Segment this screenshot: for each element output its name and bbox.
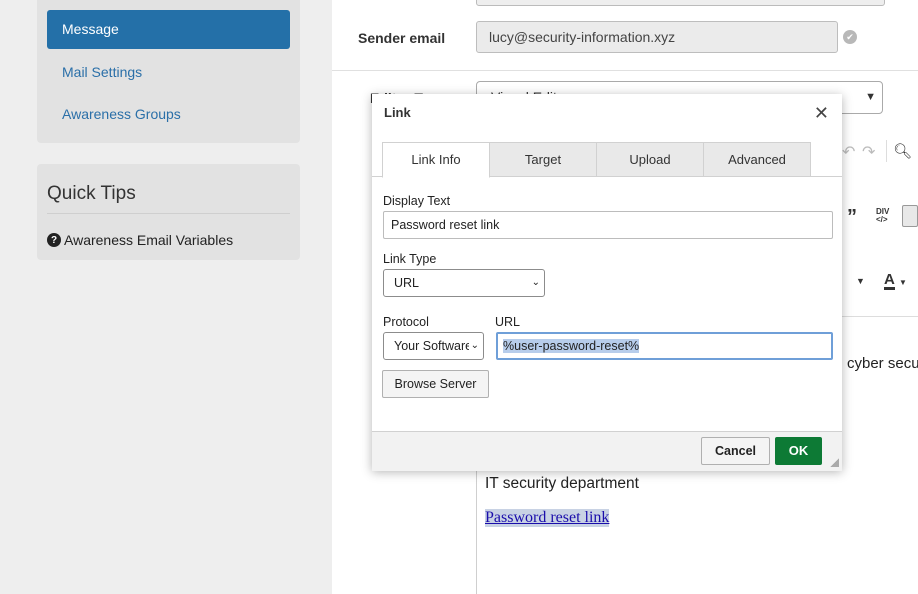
close-icon[interactable]: ✕ xyxy=(814,104,829,122)
div-container-icon[interactable]: DIV </> xyxy=(876,208,889,224)
question-circle-icon: ? xyxy=(47,233,61,247)
verified-check-icon: ✔ xyxy=(843,30,857,44)
chevron-down-icon: ⌄ xyxy=(468,333,479,359)
dialog-footer xyxy=(372,431,842,471)
ok-button[interactable]: OK xyxy=(775,437,822,465)
chevron-down-icon: ⌄ xyxy=(531,277,540,288)
quick-tips-title: Quick Tips xyxy=(47,183,136,204)
tip-awareness-email-variables[interactable]: ? Awareness Email Variables xyxy=(47,232,233,248)
sender-email-label: Sender email xyxy=(358,30,446,46)
display-text-label: Display Text xyxy=(383,194,451,208)
link-type-label: Link Type xyxy=(383,252,437,266)
quick-tips-divider xyxy=(47,213,290,214)
protocol-label: Protocol xyxy=(383,315,429,329)
cancel-button[interactable]: Cancel xyxy=(701,437,770,465)
dialog-title: Link xyxy=(384,105,411,120)
redo-icon[interactable]: ↷ xyxy=(862,142,875,162)
link-dialog: Link ✕ Link Info Target Upload Advanced … xyxy=(372,94,842,471)
link-type-value: URL xyxy=(394,276,420,290)
editor-text-line: cyber secu xyxy=(847,355,918,372)
editor-selected-link[interactable]: Password reset link xyxy=(485,509,610,527)
tab-link-info[interactable]: Link Info xyxy=(382,142,490,178)
tab-upload[interactable]: Upload xyxy=(596,142,704,177)
toolbar-divider xyxy=(886,140,887,162)
align-left-icon[interactable] xyxy=(902,205,918,227)
sidebar-item-message[interactable]: Message xyxy=(47,10,290,49)
tab-advanced[interactable]: Advanced xyxy=(703,142,811,177)
format-dropdown-caret-icon[interactable]: ▼ xyxy=(856,276,865,286)
blockquote-icon[interactable]: ” xyxy=(847,206,857,229)
protocol-select[interactable]: Your Software ⌄ xyxy=(383,332,484,360)
search-icon[interactable]: 🔍︎ xyxy=(893,142,912,160)
protocol-value: Your Software xyxy=(394,339,473,353)
url-label: URL xyxy=(495,315,521,329)
top-field-partial[interactable] xyxy=(476,0,885,6)
url-input[interactable]: %user-password-reset% xyxy=(496,332,833,360)
chevron-down-icon: ▼ xyxy=(865,91,876,103)
sidebar-item-mail-settings[interactable]: Mail Settings xyxy=(62,64,142,80)
form-divider xyxy=(332,70,918,71)
browse-server-button[interactable]: Browse Server xyxy=(382,370,489,398)
tab-target[interactable]: Target xyxy=(489,142,597,177)
sidebar-item-awareness-groups[interactable]: Awareness Groups xyxy=(62,106,181,122)
font-color-caret-icon[interactable]: ▼ xyxy=(899,278,907,287)
resize-handle-icon[interactable] xyxy=(830,458,839,467)
tip-label: Awareness Email Variables xyxy=(64,232,234,248)
editor-signature: IT security department xyxy=(485,475,639,492)
display-text-input[interactable]: Password reset link xyxy=(383,211,833,239)
sender-email-input[interactable]: lucy@security-information.xyz xyxy=(476,21,838,53)
link-type-select[interactable]: URL ⌄ xyxy=(383,269,545,297)
undo-icon[interactable]: ↶ xyxy=(842,142,855,162)
font-color-icon[interactable]: A xyxy=(884,272,895,290)
url-selected-text: %user-password-reset% xyxy=(503,339,640,353)
